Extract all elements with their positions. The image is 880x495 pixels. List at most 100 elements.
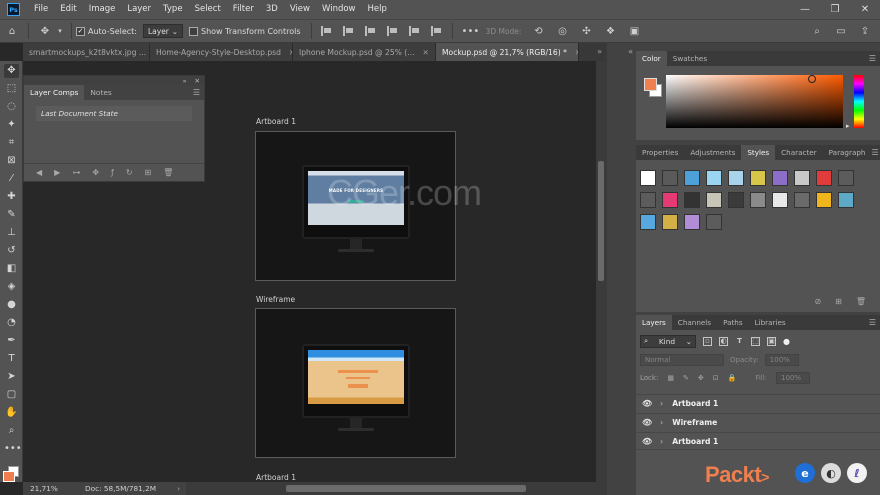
close-icon[interactable]: ✕ [423,48,429,57]
minimize-button[interactable]: — [790,0,820,19]
lasso-tool-icon[interactable]: ◌ [4,100,19,114]
foreground-color-swatch[interactable] [3,471,15,482]
paint-bucket-tool-icon[interactable]: ◈ [4,280,19,294]
type-tool-icon[interactable]: T [4,352,19,366]
zoom-level[interactable]: 21,71% [23,484,63,493]
auto-select-dropdown[interactable]: Layer ⌄ [142,24,183,38]
panel-menu-icon[interactable]: ☰ [193,88,200,97]
menu-3d[interactable]: 3D [260,0,284,19]
align-middle-icon[interactable] [408,26,421,36]
shape-filter-icon[interactable]: ⬚ [751,336,760,346]
previous-comp-icon[interactable]: ◀ [36,168,42,177]
style-swatch[interactable] [706,214,722,230]
new-comp-icon[interactable]: ⊞ [145,168,152,177]
layer-row[interactable]: 👁 › Wireframe [636,413,880,431]
new-style-icon[interactable]: ⊞ [835,297,842,306]
menu-edit[interactable]: Edit [54,0,82,19]
foreground-color-swatch[interactable] [644,78,657,91]
tab-smartmockups[interactable]: smartmockups_k2t8vktx.jpg ... ✕ [23,43,150,61]
style-swatch[interactable] [750,192,766,208]
crop-tool-icon[interactable]: ⌗ [4,136,19,150]
tab-properties[interactable]: Properties [636,145,684,160]
search-icon[interactable]: ⌕ [810,26,824,37]
style-swatch[interactable] [706,192,722,208]
menu-file[interactable]: File [28,0,54,19]
history-brush-tool-icon[interactable]: ↺ [4,244,19,258]
clone-stamp-tool-icon[interactable]: ⊥ [4,226,19,240]
rectangle-tool-icon[interactable]: ▢ [4,388,19,402]
next-comp-icon[interactable]: ▶ [54,168,60,177]
style-swatch[interactable] [684,192,700,208]
panel-menu-icon[interactable]: ☰ [869,318,876,327]
trash-icon[interactable]: 🗑 [163,168,173,177]
eyedropper-tool-icon[interactable]: ⁄ [4,172,19,186]
tab-styles[interactable]: Styles [741,145,776,160]
type-filter-icon[interactable]: T [735,337,744,346]
style-swatch[interactable] [640,214,656,230]
tab-swatches[interactable]: Swatches [667,51,713,66]
align-bottom-icon[interactable] [430,26,443,36]
close-icon[interactable]: ✕ [195,77,200,85]
menu-image[interactable]: Image [83,0,122,19]
path-selection-tool-icon[interactable]: ➤ [4,370,19,384]
layer-row[interactable]: 👁 › Artboard 1 [636,394,880,412]
tab-iphone-mockup[interactable]: Iphone Mockup.psd @ 25% (... ✕ [293,43,436,61]
adjustment-filter-icon[interactable]: ◐ [719,336,728,346]
3d-pan-icon[interactable]: ✣ [579,26,593,37]
tab-character[interactable]: Character [775,145,823,160]
zoom-tool-icon[interactable]: ⌕ [4,424,19,438]
style-swatch[interactable] [640,192,656,208]
style-swatch[interactable] [728,192,744,208]
chevron-right-icon[interactable]: › [660,437,663,446]
eye-icon[interactable]: 👁 [642,437,652,446]
pixel-filter-icon[interactable]: ▫ [703,336,712,346]
expand-panels-icon[interactable]: « [628,47,633,56]
appearance-comp-icon[interactable]: ƒ [111,168,114,177]
dodge-tool-icon[interactable]: ◔ [4,316,19,330]
style-swatch[interactable] [794,192,810,208]
kind-filter-dropdown[interactable]: ⌕ Kind ⌄ [640,334,696,348]
blur-tool-icon[interactable]: ● [4,298,19,312]
chevron-right-icon[interactable]: › [660,418,663,427]
align-center-icon[interactable] [342,26,355,36]
tab-home-agency[interactable]: Home-Agency-Style-Desktop.psd ✕ [150,43,293,61]
lock-transparent-icon[interactable]: ▦ [667,374,674,382]
style-swatch[interactable] [684,170,700,186]
style-swatch[interactable] [750,170,766,186]
style-swatch[interactable] [662,170,678,186]
tab-color[interactable]: Color [636,51,667,66]
align-left-icon[interactable] [320,26,333,36]
healing-brush-tool-icon[interactable]: ✚ [4,190,19,204]
collapse-icon[interactable]: » [183,77,187,85]
transform-controls-checkbox[interactable]: ✓ [188,26,198,36]
tab-paths[interactable]: Paths [717,315,749,330]
style-swatch[interactable] [838,192,854,208]
move-tool-icon[interactable]: ✥ [38,26,52,37]
style-swatch[interactable] [640,170,656,186]
horizontal-scrollbar[interactable] [186,482,606,495]
style-swatch[interactable] [706,170,722,186]
more-options-button[interactable]: ••• [462,26,480,37]
share-icon[interactable]: ⇪ [858,26,872,37]
collapse-panels-icon[interactable]: » [597,47,602,56]
3d-slide-icon[interactable]: ❖ [603,26,617,37]
blend-mode-dropdown[interactable]: Normal [640,354,724,366]
restore-button[interactable]: ❐ [820,0,850,19]
fill-field[interactable]: 100% [776,372,811,384]
trash-icon[interactable]: 🗑 [856,297,866,306]
eraser-tool-icon[interactable]: ◧ [4,262,19,276]
tab-notes[interactable]: Notes [84,85,117,100]
tab-paragraph[interactable]: Paragraph [823,145,872,160]
hue-slider-handle[interactable]: ▸ [846,122,850,130]
artboard-wireframe[interactable] [255,308,456,458]
menu-layer[interactable]: Layer [121,0,157,19]
brush-tool-icon[interactable]: ✎ [4,208,19,222]
color-picker-handle[interactable] [808,75,816,83]
tab-layers[interactable]: Layers [636,315,672,330]
style-swatch[interactable] [662,214,678,230]
3d-orbit-icon[interactable]: ⟲ [531,26,545,37]
style-swatch[interactable] [684,214,700,230]
home-icon[interactable]: ⌂ [5,26,19,37]
eye-icon[interactable]: 👁 [642,399,652,408]
style-swatch[interactable] [772,170,788,186]
